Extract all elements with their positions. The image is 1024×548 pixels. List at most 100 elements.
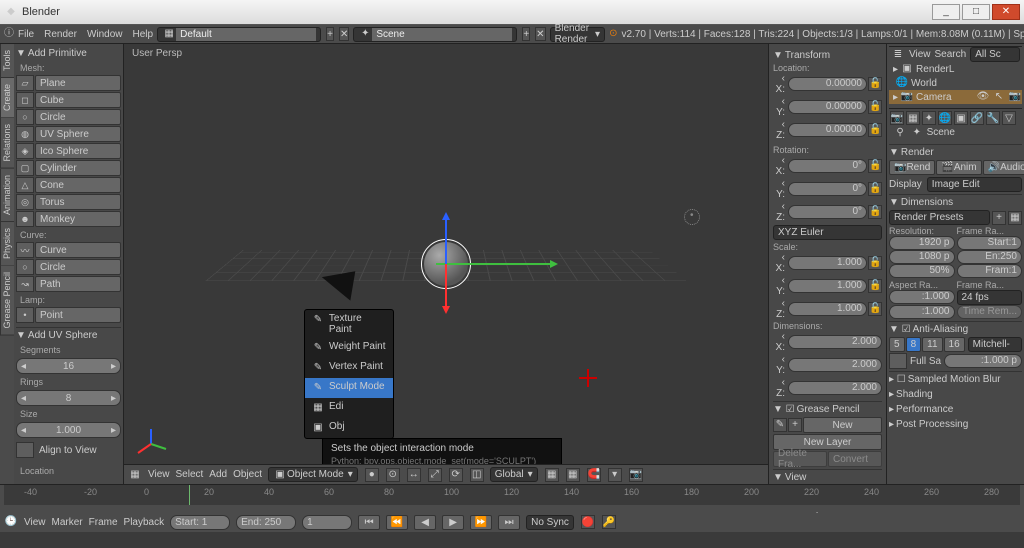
layers-button[interactable]: ▦	[545, 468, 559, 482]
smb-header[interactable]: ▸ ☐ Sampled Motion Blur	[889, 371, 1022, 387]
size-slider[interactable]: ◂1.000 ▸	[16, 422, 121, 438]
aa-filter[interactable]: Mitchell-	[968, 337, 1022, 352]
layout-remove-button[interactable]: ✕	[339, 27, 349, 41]
aa-8[interactable]: 8	[906, 337, 922, 352]
prop-tab-constraints[interactable]: 🔗	[970, 111, 984, 125]
lamp-object[interactable]	[684, 209, 700, 225]
cursor-3d[interactable]	[579, 369, 597, 387]
editor-type-icon[interactable]: ▦	[128, 468, 142, 482]
rot-y[interactable]: 0°	[788, 182, 867, 196]
play-reverse-button[interactable]: ◀	[414, 515, 436, 530]
frame-end[interactable]: En:250	[957, 250, 1023, 264]
shading-solid-button[interactable]: ●	[365, 468, 379, 482]
time-remap[interactable]: Time Rem...	[957, 305, 1023, 319]
tab-grease-pencil[interactable]: Grease Pencil	[0, 266, 14, 336]
prop-tab-data[interactable]: ▽	[1002, 111, 1016, 125]
screen-layout-selector[interactable]: ▦	[157, 27, 321, 42]
segments-slider[interactable]: ◂16 ▸	[16, 358, 121, 374]
gp-new-button[interactable]: New	[803, 417, 882, 433]
restrict-view-icon[interactable]: 👁	[976, 90, 990, 104]
close-button[interactable]: ✕	[992, 4, 1020, 20]
aspect-y[interactable]: :1.000	[889, 305, 955, 319]
lock-rotx[interactable]: 🔓	[868, 159, 882, 173]
prop-tab-render[interactable]: 📷	[890, 111, 904, 125]
orientation-selector[interactable]: Global▾	[490, 467, 538, 482]
add-curve-circle-button[interactable]: Circle	[35, 259, 121, 275]
jump-end-button[interactable]: ⏭	[498, 515, 520, 530]
prop-tab-object[interactable]: ▣	[954, 111, 968, 125]
manipulator-z-axis[interactable]	[445, 214, 447, 264]
info-editor-icon[interactable]: ⓘ	[4, 27, 14, 41]
tab-physics[interactable]: Physics	[0, 222, 14, 266]
mode-texture-paint[interactable]: ✎Texture Paint	[305, 310, 393, 338]
vp-menu-view[interactable]: View	[148, 469, 170, 480]
manipulator-y-axis[interactable]	[445, 264, 447, 312]
loc-z[interactable]: 0.00000	[788, 123, 867, 137]
snap-toggle[interactable]: 🧲	[587, 468, 601, 482]
tab-tools[interactable]: Tools	[0, 44, 14, 78]
lock-sclx[interactable]: 🔓	[868, 256, 882, 270]
aa-11[interactable]: 11	[922, 337, 942, 352]
loc-x[interactable]: 0.00000	[788, 77, 867, 91]
scl-z[interactable]: 1.000	[788, 302, 867, 316]
outliner-world[interactable]: 🌐World	[889, 76, 1022, 90]
anim-button[interactable]: 🎬Anim	[936, 160, 981, 175]
layers-button-2[interactable]: ▦	[566, 468, 580, 482]
manipulator-x-axis[interactable]	[436, 263, 556, 265]
lock-scly[interactable]: 🔓	[868, 279, 882, 293]
fullsample-size[interactable]: :1.000 p	[944, 354, 1022, 368]
loc-y[interactable]: 0.00000	[788, 100, 867, 114]
scl-y[interactable]: 1.000	[788, 279, 867, 293]
jump-start-button[interactable]: ⏮	[358, 515, 380, 530]
vp-menu-object[interactable]: Object	[233, 469, 262, 480]
next-keyframe-button[interactable]: ⏩	[470, 515, 492, 530]
lock-rotz[interactable]: 🔓	[868, 205, 882, 219]
operator-panel-header[interactable]: ▼ Add UV Sphere	[16, 327, 121, 343]
outliner-search[interactable]: Search	[935, 49, 967, 60]
aa-16[interactable]: 16	[944, 337, 965, 352]
gp-draw-icon[interactable]: ✎	[773, 418, 787, 432]
preset-remove[interactable]: ▦	[1008, 211, 1022, 225]
outliner-filter[interactable]: All Sc	[970, 47, 1020, 62]
manipulator-translate[interactable]: ⤢	[428, 468, 442, 482]
add-icosphere-button[interactable]: Ico Sphere	[35, 143, 121, 159]
add-primitive-header[interactable]: ▼ Add Primitive	[16, 46, 121, 61]
tab-animation[interactable]: Animation	[0, 169, 14, 222]
minimize-button[interactable]: _	[932, 4, 960, 20]
rings-slider[interactable]: ◂8 ▸	[16, 390, 121, 406]
layout-name[interactable]	[176, 28, 316, 41]
gp-add-icon[interactable]: +	[788, 418, 802, 432]
start-frame[interactable]: Start: 1	[170, 515, 230, 530]
restrict-select-icon[interactable]: ↖	[992, 90, 1006, 104]
scene-remove-button[interactable]: ✕	[535, 27, 545, 41]
vp-menu-select[interactable]: Select	[176, 469, 204, 480]
dimensions-header[interactable]: ▼ Dimensions	[889, 194, 1022, 210]
grease-header[interactable]: ▼ ☑ Grease Pencil	[773, 401, 882, 417]
mode-object[interactable]: ▣Obj	[305, 418, 393, 438]
mode-vertex-paint[interactable]: ✎Vertex Paint	[305, 358, 393, 378]
tl-menu-marker[interactable]: Marker	[52, 517, 83, 528]
add-point-lamp-button[interactable]: Point	[35, 307, 121, 323]
manipulator-rotate[interactable]: ⟳	[449, 468, 463, 482]
add-cone-button[interactable]: Cone	[35, 177, 121, 193]
prop-tab-scene[interactable]: ✦	[922, 111, 936, 125]
aa-5[interactable]: 5	[889, 337, 905, 352]
add-circle-button[interactable]: Circle	[35, 109, 121, 125]
menu-help[interactable]: Help	[133, 29, 154, 40]
audio-button[interactable]: 🔊Audio	[983, 160, 1024, 175]
timeline-track[interactable]: -40-200204060801001201401601802002202402…	[4, 485, 1020, 505]
menu-render[interactable]: Render	[44, 29, 77, 40]
lock-roty[interactable]: 🔓	[868, 182, 882, 196]
sync-mode[interactable]: No Sync	[526, 515, 574, 530]
perf-header[interactable]: ▸ Performance	[889, 402, 1022, 417]
res-x[interactable]: 1920 p	[889, 236, 955, 250]
restrict-render-icon[interactable]: 📷	[1008, 90, 1022, 104]
add-uvsphere-button[interactable]: UV Sphere	[35, 126, 121, 142]
add-cylinder-button[interactable]: Cylinder	[35, 160, 121, 176]
fullsample-checkbox[interactable]	[889, 353, 907, 369]
shading-header[interactable]: ▸ Shading	[889, 387, 1022, 402]
add-plane-button[interactable]: Plane	[35, 75, 121, 91]
add-cube-button[interactable]: Cube	[35, 92, 121, 108]
prop-tab-layers[interactable]: ▦	[906, 111, 920, 125]
tab-relations[interactable]: Relations	[0, 118, 14, 169]
